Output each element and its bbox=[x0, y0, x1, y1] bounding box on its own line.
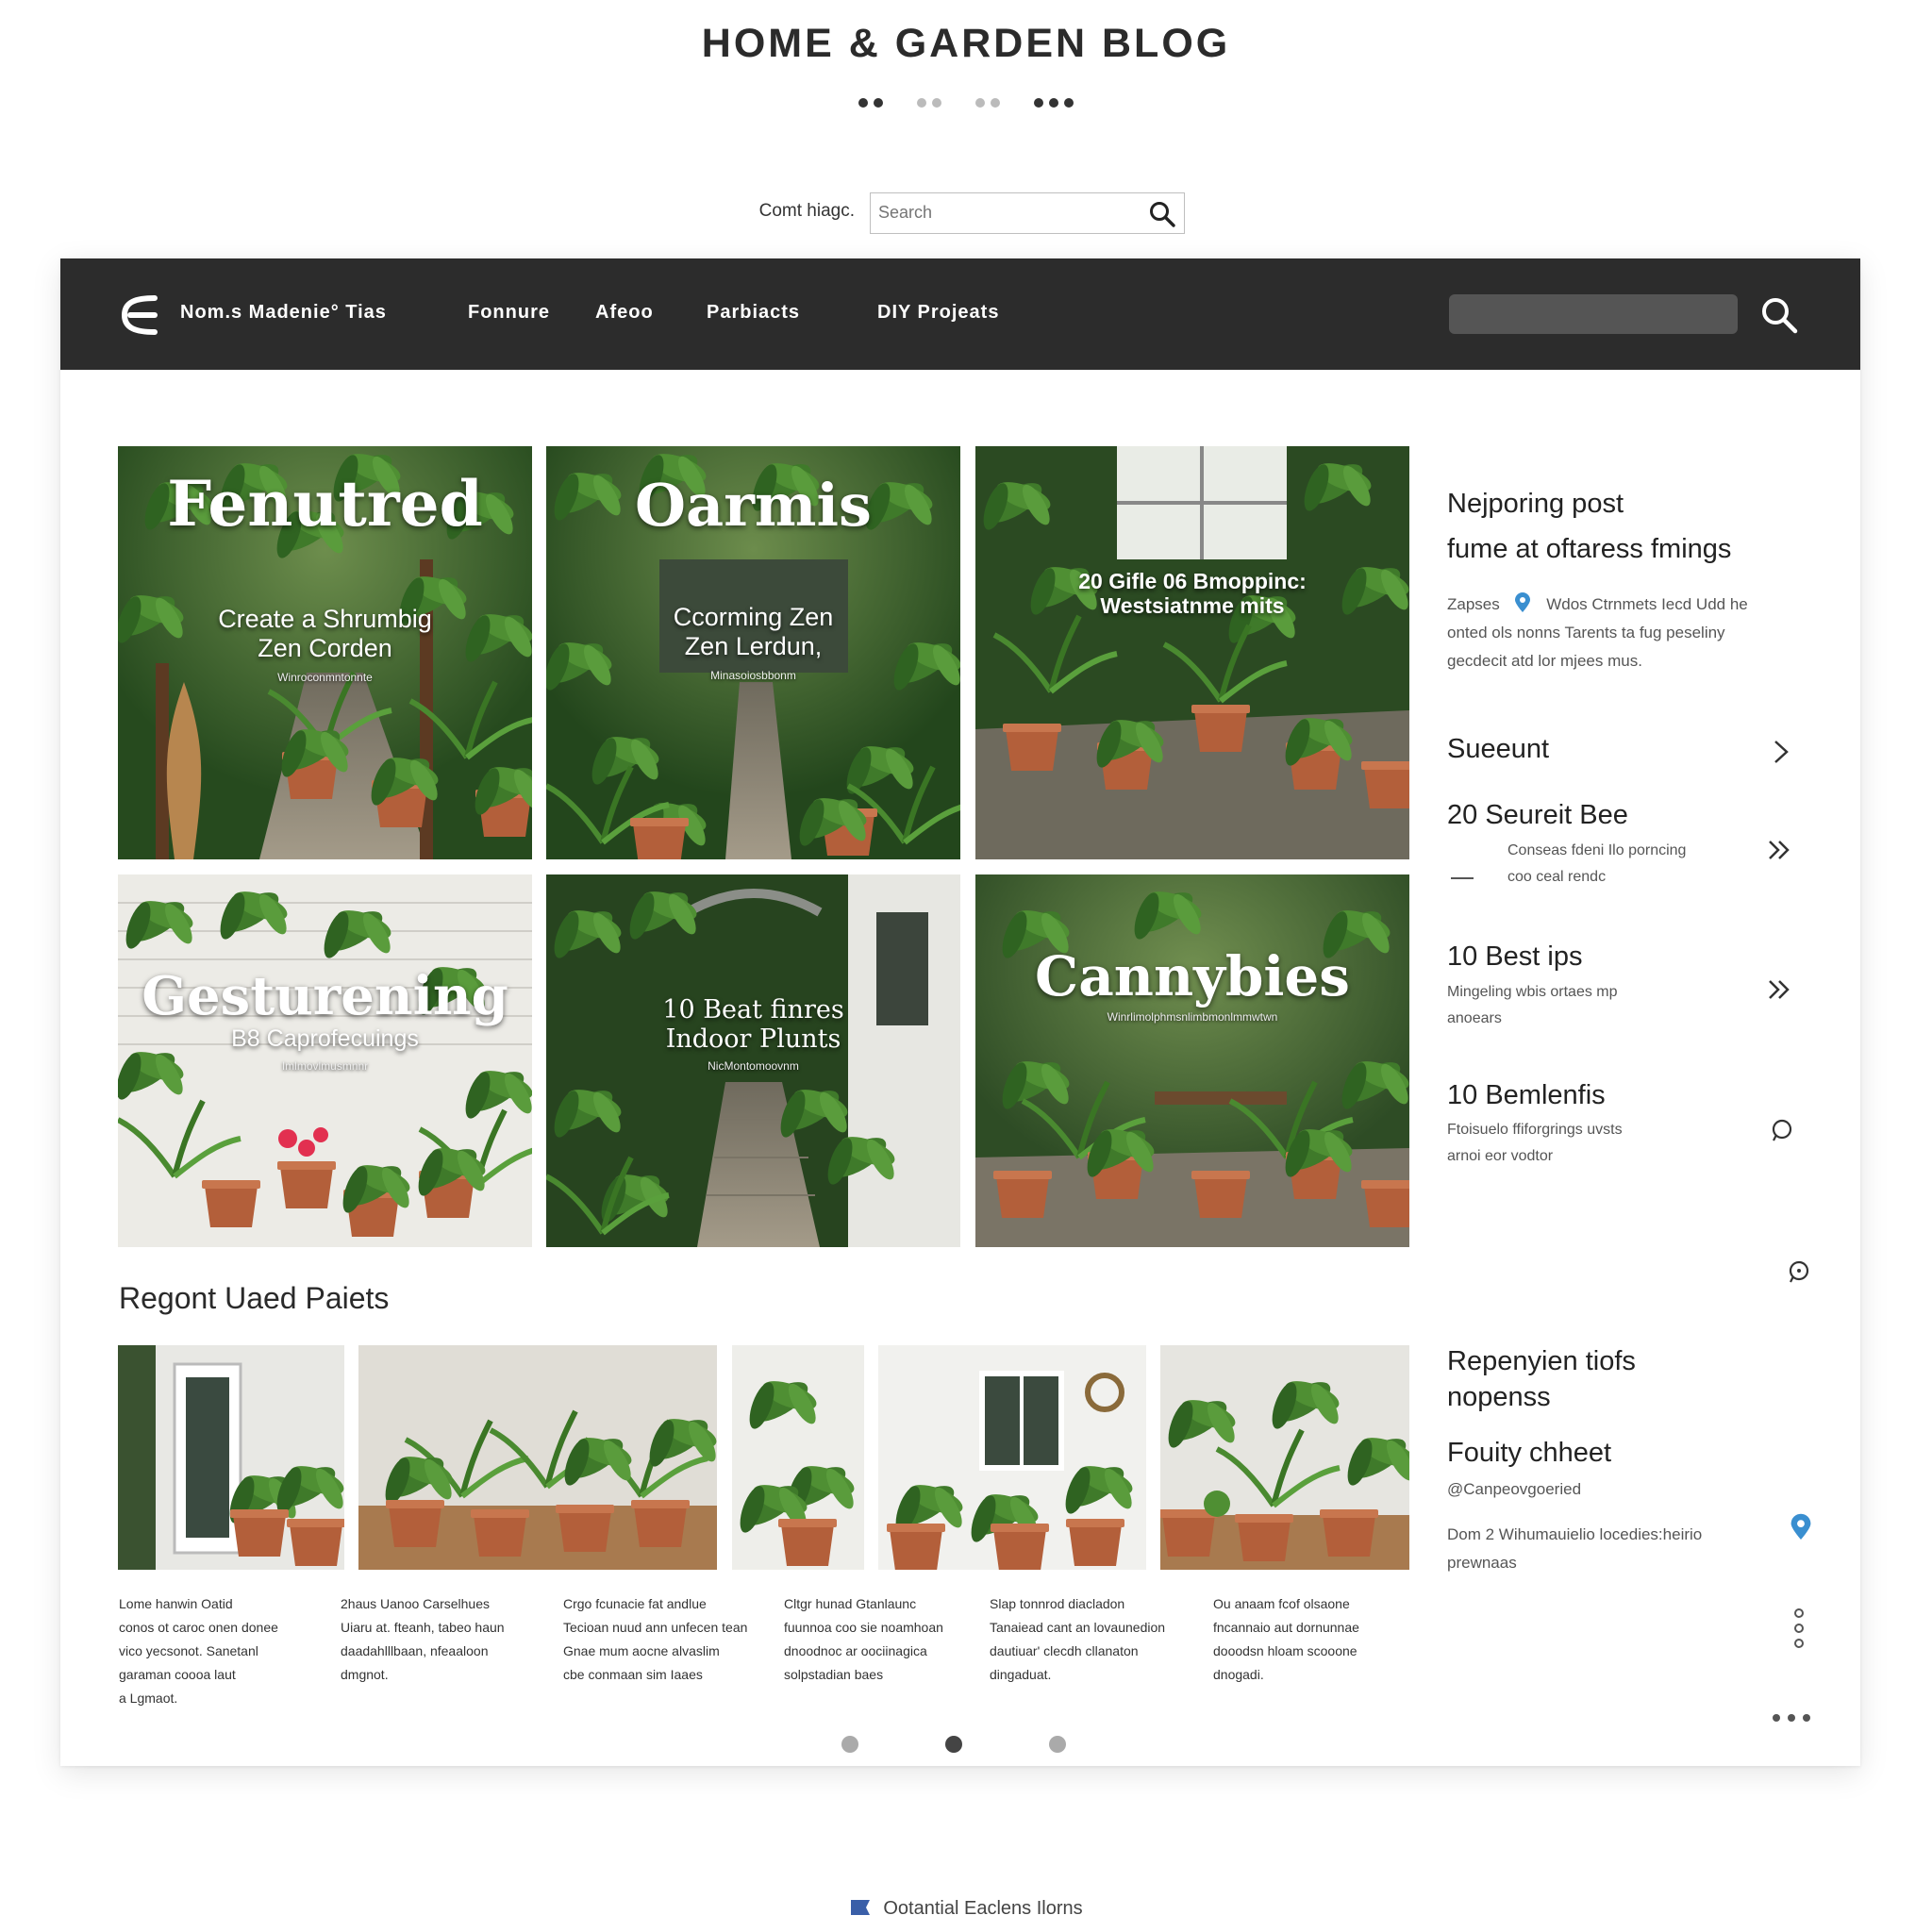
popular-meta: Zapses Wdos Ctrnmets Iecd Udd he onted o… bbox=[1447, 591, 1748, 675]
feature-card[interactable]: Oarmis Ccorming Zen Zen Lerdun, Minasoios… bbox=[546, 446, 960, 859]
location-pin-icon bbox=[1790, 1513, 1811, 1540]
recent-photo bbox=[1160, 1345, 1409, 1570]
feature-title: Gesturening bbox=[142, 965, 508, 1027]
site-title: HOME & GARDEN BLOG bbox=[701, 21, 1231, 66]
logo-icon[interactable] bbox=[117, 292, 162, 338]
feature-caption: Minasoiosbbonm bbox=[710, 669, 796, 682]
footer-link-text[interactable]: Ootantial Eaclens Ilorns bbox=[883, 1898, 1082, 1919]
nav-item-diy-projects[interactable]: DIY Projeats bbox=[877, 302, 999, 324]
recent-excerpt: Ou anaam fcof olsaone fncannaio aut dornu… bbox=[1213, 1596, 1359, 1682]
chevron-right-icon[interactable] bbox=[1768, 738, 1796, 766]
nav-search-icon[interactable] bbox=[1758, 294, 1800, 336]
more-dots-icon[interactable] bbox=[1770, 1711, 1813, 1724]
feature-subtitle: 20 Gifle 06 Bmoppinc: Westsiatnme mits bbox=[1078, 569, 1307, 619]
recent-excerpt: 2haus Uanoo Carselhues Uiaru at. fteanh, … bbox=[341, 1596, 505, 1682]
sidebar-bottom-subheading[interactable]: Fouity chheet bbox=[1447, 1438, 1611, 1469]
sidebar-list-heading[interactable]: Sueeunt bbox=[1447, 734, 1549, 765]
top-search-box[interactable] bbox=[870, 192, 1185, 234]
sidebar-list-heading[interactable]: 20 Seureit Bee bbox=[1447, 800, 1628, 831]
recent-thumbnail[interactable] bbox=[878, 1345, 1146, 1570]
recent-photo bbox=[732, 1345, 864, 1570]
recent-thumbnail[interactable] bbox=[118, 1345, 344, 1570]
main-panel: Nom.s Madenie° Tias Fonnure Afeoo Parbia… bbox=[60, 258, 1860, 1766]
popular-heading[interactable]: Nejporing post bbox=[1447, 489, 1624, 520]
feature-caption: Winrlimolphmsnlimbmonlmmwtwn bbox=[1107, 1010, 1278, 1024]
feature-card[interactable]: Cannybies Winrlimolphmsnlimbmonlmmwtwn bbox=[975, 874, 1409, 1247]
sidebar-list-text: Ftoisuelo ffiforgrings uvsts arnoi eor vo… bbox=[1447, 1122, 1623, 1164]
sidebar-handle[interactable]: @Canpeovgoeried bbox=[1447, 1475, 1581, 1504]
flag-icon bbox=[851, 1900, 871, 1915]
pager-dot-active[interactable] bbox=[945, 1736, 962, 1753]
pager-dot[interactable] bbox=[841, 1736, 858, 1753]
feature-caption: NicMontomoovnm bbox=[708, 1059, 799, 1073]
feature-subtitle: B8 Caprofecuings bbox=[231, 1025, 419, 1052]
sidebar-list-text: Mingeling wbis ortaes mp anoears bbox=[1447, 984, 1618, 1026]
sidebar-bottom-text: Dom 2 Wihumauielio locedies:heirio prewna… bbox=[1447, 1525, 1703, 1572]
recent-photo bbox=[118, 1345, 344, 1570]
recent-photo bbox=[358, 1345, 717, 1570]
nav-item-afeoo[interactable]: Afeoo bbox=[595, 302, 654, 324]
recent-section-title: Regont Uaed Paiets bbox=[119, 1281, 390, 1315]
divider bbox=[1451, 877, 1474, 879]
feature-caption: Imlmovlmusmnnr bbox=[281, 1059, 369, 1073]
nav-brand[interactable]: Nom.s Madenie° Tias bbox=[180, 302, 387, 324]
feature-title: Fenutred bbox=[167, 467, 483, 541]
recent-photo bbox=[878, 1345, 1146, 1570]
sidebar-list-text: Conseas fdeni Ilo porncing coo ceal rendc bbox=[1507, 842, 1687, 885]
feature-title: Oarmis bbox=[635, 471, 872, 540]
footer-link[interactable]: Ootantial Eaclens Ilorns bbox=[0, 1898, 1932, 1920]
comment-icon[interactable] bbox=[1768, 1117, 1796, 1145]
pager-dot[interactable] bbox=[1049, 1736, 1066, 1753]
nav-item-parbiacts[interactable]: Parbiacts bbox=[707, 302, 800, 324]
recent-thumbnail[interactable] bbox=[358, 1345, 717, 1570]
feature-card[interactable]: Gesturening B8 Caprofecuings Imlmovlmusm… bbox=[118, 874, 532, 1247]
recent-excerpt: Crgo fcunacie fat andlue Tecioan nuud ann… bbox=[563, 1596, 748, 1682]
feature-subtitle: Create a Shrumbig Zen Corden bbox=[218, 605, 432, 663]
recent-thumbnail[interactable] bbox=[732, 1345, 864, 1570]
feature-subtitle: 10 Beat finres Indoor Plunts bbox=[662, 995, 844, 1055]
feature-title: Cannybies bbox=[1035, 944, 1350, 1008]
feature-caption: Winroconmntonnte bbox=[277, 671, 373, 684]
feature-card[interactable]: Fenutred Create a Shrumbig Zen Corden Win… bbox=[118, 446, 532, 859]
feature-photo bbox=[975, 446, 1409, 859]
recent-excerpt: Slap tonnrod diacladon Tanaiead cant an l… bbox=[990, 1596, 1166, 1682]
decorative-dots bbox=[0, 98, 1932, 108]
vertical-dots-icon[interactable] bbox=[1792, 1607, 1806, 1653]
recent-excerpt: Cltgr hunad Gtanlaunc fuunnoa coo sie noa… bbox=[784, 1596, 943, 1682]
sidebar-list-heading[interactable]: 10 Best ips bbox=[1447, 941, 1582, 973]
double-chevron-icon[interactable] bbox=[1766, 836, 1794, 864]
search-icon[interactable] bbox=[1148, 200, 1176, 228]
popular-heading-2[interactable]: fume at oftaress fmings bbox=[1447, 534, 1731, 565]
comment-icon[interactable] bbox=[1785, 1258, 1813, 1287]
navbar: Nom.s Madenie° Tias Fonnure Afeoo Parbia… bbox=[60, 258, 1860, 370]
recent-excerpt: Lome hanwin Oatid conos ot caroc onen don… bbox=[119, 1596, 278, 1706]
nav-search-input[interactable] bbox=[1449, 294, 1738, 334]
nav-item-fonnure[interactable]: Fonnure bbox=[468, 302, 550, 324]
double-chevron-icon[interactable] bbox=[1766, 975, 1794, 1004]
search-label: Comt hiagc. bbox=[758, 201, 855, 221]
location-pin-icon bbox=[1515, 592, 1531, 612]
feature-card[interactable]: 10 Beat finres Indoor Plunts NicMontomoov… bbox=[546, 874, 960, 1247]
sidebar-list-heading[interactable]: 10 Bemlenfis bbox=[1447, 1080, 1606, 1111]
carousel-pager bbox=[841, 1736, 1066, 1753]
search-input[interactable] bbox=[871, 193, 1125, 231]
feature-card[interactable]: 20 Gifle 06 Bmoppinc: Westsiatnme mits bbox=[975, 446, 1409, 859]
sidebar-bottom-heading[interactable]: Repenyien tiofs nopenss bbox=[1447, 1343, 1636, 1415]
feature-photo bbox=[975, 874, 1409, 1247]
recent-thumbnail[interactable] bbox=[1160, 1345, 1409, 1570]
feature-subtitle: Ccorming Zen Zen Lerdun, bbox=[673, 603, 834, 661]
